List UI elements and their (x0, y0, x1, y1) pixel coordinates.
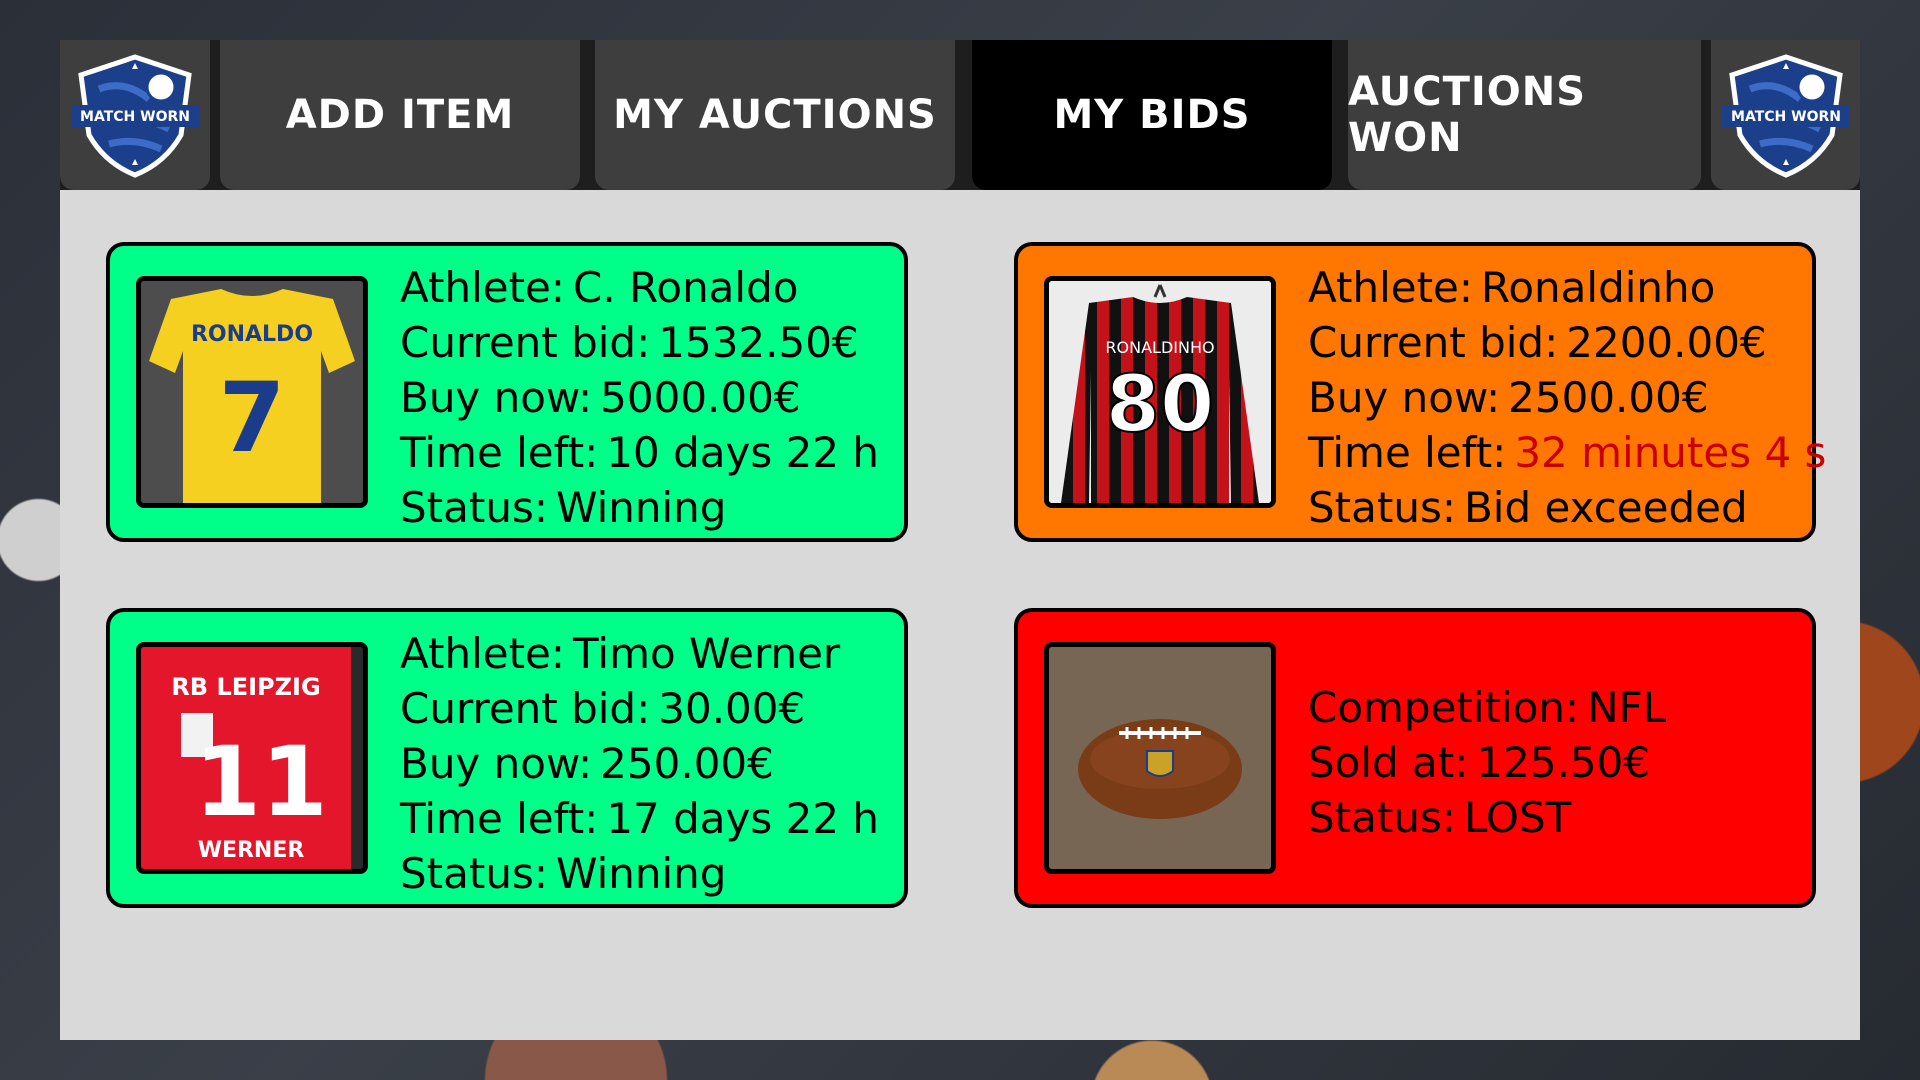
item-photo[interactable] (1044, 642, 1276, 874)
time-left-row: Time left: 10 days 22 h (400, 428, 880, 477)
nfl-football-icon (1049, 647, 1271, 869)
top-navigation: MATCH WORN ADD ITEM MY AUCTIONS MY BIDS … (60, 40, 1860, 190)
svg-text:RONALDINHO: RONALDINHO (1105, 338, 1214, 357)
svg-text:11: 11 (194, 726, 328, 838)
svg-text:RB LEIPZIG: RB LEIPZIG (171, 673, 320, 701)
logo-left[interactable]: MATCH WORN (60, 40, 210, 190)
leipzig-jersey-icon: RB LEIPZIG 11 WERNER (141, 647, 363, 869)
athlete-row: Athlete: C. Ronaldo (400, 263, 799, 312)
item-photo[interactable]: RB LEIPZIG 11 WERNER (136, 642, 368, 874)
bid-card-nfl[interactable]: Competition: NFL Sold at: 125.50€ Status: L… (1014, 608, 1816, 908)
match-worn-logo-icon: MATCH WORN (71, 54, 199, 178)
buy-now-value: 5000.00€ (600, 373, 801, 422)
time-left-row: Time left: 17 days 22 h (400, 794, 880, 843)
time-left-row: Time left: 32 minutes 4 s (1308, 428, 1827, 477)
athlete-value: Ronaldinho (1481, 263, 1716, 312)
current-bid-row: Current bid: 30.00€ (400, 684, 806, 733)
sold-at-value: 125.50€ (1476, 738, 1651, 787)
tab-auctions-won[interactable]: AUCTIONS WON (1348, 40, 1701, 190)
bid-info: Athlete: Ronaldinho Current bid: 2200.00€ … (1308, 260, 1827, 535)
athlete-row: Athlete: Timo Werner (400, 629, 841, 678)
buy-now-value: 250.00€ (600, 739, 774, 788)
time-left-value: 17 days 22 h (606, 794, 880, 843)
buy-now-row: Buy now: 250.00€ (400, 739, 774, 788)
athlete-value: Timo Werner (573, 629, 841, 678)
current-bid-value: 1532.50€ (658, 318, 859, 367)
yellow-jersey-icon: RONALDO 7 (141, 281, 363, 503)
bid-card-werner[interactable]: RB LEIPZIG 11 WERNER Athlete: Timo Werner… (106, 608, 908, 908)
status-value: Winning (555, 849, 727, 898)
svg-text:7: 7 (219, 362, 286, 474)
current-bid-row: Current bid: 1532.50€ (400, 318, 859, 367)
buy-now-row: Buy now: 2500.00€ (1308, 373, 1709, 422)
athlete-row: Athlete: Ronaldinho (1308, 263, 1716, 312)
status-value: Bid exceeded (1463, 483, 1748, 532)
svg-text:RONALDO: RONALDO (191, 322, 313, 347)
status-row: Status: LOST (1308, 793, 1572, 842)
status-row: Status: Bid exceeded (1308, 483, 1748, 532)
match-worn-logo-icon: MATCH WORN (1721, 54, 1850, 178)
tab-add-item[interactable]: ADD ITEM (220, 40, 580, 190)
svg-text:WERNER: WERNER (198, 838, 305, 863)
bid-card-ronaldo[interactable]: RONALDO 7 Athlete: C. Ronaldo Current bid… (106, 242, 908, 542)
current-bid-row: Current bid: 2200.00€ (1308, 318, 1767, 367)
athlete-value: C. Ronaldo (573, 263, 799, 312)
app-window: MATCH WORN ADD ITEM MY AUCTIONS MY BIDS … (60, 40, 1860, 1040)
bid-info: Competition: NFL Sold at: 125.50€ Status: L… (1308, 680, 1802, 845)
status-row: Status: Winning (400, 849, 727, 898)
status-row: Status: Winning (400, 483, 727, 532)
bid-info: Athlete: Timo Werner Current bid: 30.00€ B… (400, 626, 894, 901)
item-photo[interactable]: RONALDO 7 (136, 276, 368, 508)
bid-card-ronaldinho[interactable]: RONALDINHO 80 Athlete: Ronaldinho Current… (1014, 242, 1827, 542)
svg-text:MATCH WORN: MATCH WORN (1731, 109, 1841, 125)
tab-my-auctions[interactable]: MY AUCTIONS (595, 40, 955, 190)
competition-value: NFL (1587, 683, 1667, 732)
competition-row: Competition: NFL (1308, 683, 1667, 732)
current-bid-value: 30.00€ (658, 684, 806, 733)
svg-text:80: 80 (1106, 360, 1215, 450)
buy-now-value: 2500.00€ (1508, 373, 1709, 422)
sold-at-row: Sold at: 125.50€ (1308, 738, 1651, 787)
time-left-value: 32 minutes 4 s (1514, 428, 1827, 477)
time-left-value: 10 days 22 h (606, 428, 880, 477)
milan-jersey-icon: RONALDINHO 80 (1049, 281, 1271, 503)
item-photo[interactable]: RONALDINHO 80 (1044, 276, 1276, 508)
tab-my-bids[interactable]: MY BIDS (972, 40, 1332, 190)
buy-now-row: Buy now: 5000.00€ (400, 373, 801, 422)
bid-info: Athlete: C. Ronaldo Current bid: 1532.50€ … (400, 260, 894, 535)
logo-right[interactable]: MATCH WORN (1711, 40, 1860, 190)
svg-text:MATCH WORN: MATCH WORN (80, 109, 190, 125)
status-value: Winning (555, 483, 727, 532)
current-bid-value: 2200.00€ (1566, 318, 1767, 367)
status-value: LOST (1463, 793, 1572, 842)
